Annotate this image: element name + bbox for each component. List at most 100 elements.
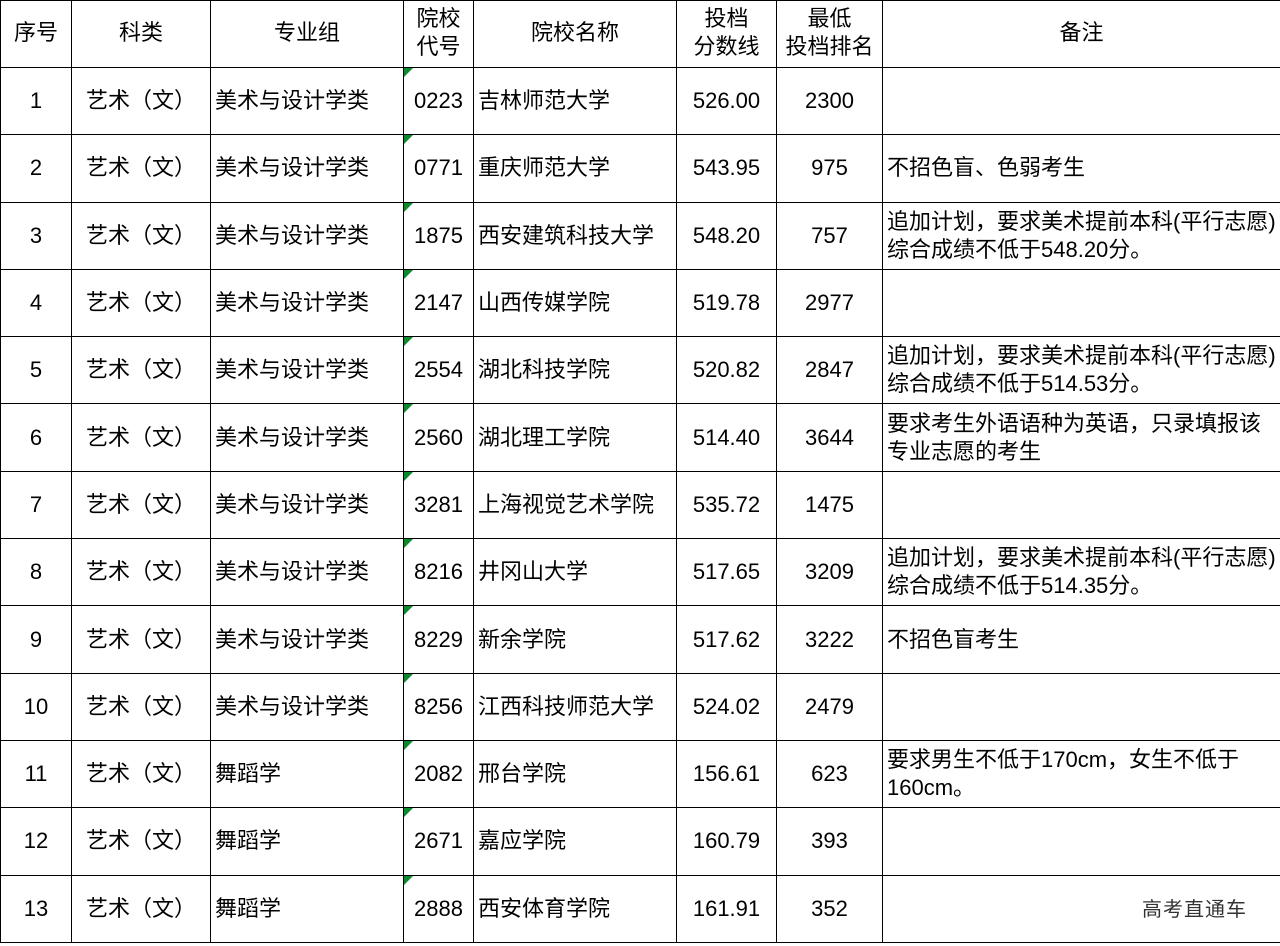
cell-seq-text: 3 [29,222,43,248]
cell-group: 美术与设计学类 [210,672,404,741]
cell-score: 517.65 [676,538,777,607]
cell-seq: 4 [0,268,72,338]
cell-marker-icon [404,808,413,818]
cell-category: 艺术（文） [71,201,211,270]
cell-category-text: 艺术（文） [85,761,196,787]
cell-school-name: 山西传媒学院 [473,268,677,338]
cell-school-name: 西安体育学院 [473,874,677,943]
cell-seq-text: 2 [29,155,43,181]
cell-note: 追加计划，要求美术提前本科(平行志愿)综合成绩不低于514.53分。 [882,336,1280,405]
header-row: 序号 科类 专业组 院校 代号 院校名称 投档 分数线 最低 投档排名 备注 [0,0,1280,68]
cell-group: 舞蹈学 [210,739,404,809]
cell-marker-icon [404,741,413,750]
cell-school-code-text: 2554 [414,357,463,383]
cell-school-code-text: 3281 [414,491,463,517]
cell-school-name-text: 嘉应学院 [478,828,567,854]
cell-school-name-text: 邢台学院 [478,761,567,787]
cell-school-name-text: 湖北理工学院 [478,424,611,450]
cell-school-code-text: 0771 [414,155,463,181]
cell-score: 543.95 [676,134,777,203]
cell-school-name: 邢台学院 [473,739,677,809]
cell-school-code: 8256 [403,672,474,741]
cell-score: 524.02 [676,672,777,741]
cell-school-name-text: 新余学院 [478,626,567,652]
cell-score: 526.00 [676,66,777,136]
cell-school-code: 2082 [403,739,474,809]
cell-category: 艺术（文） [71,807,211,876]
cell-school-code: 8216 [403,538,474,607]
cell-score: 548.20 [676,201,777,270]
cell-school-name-text: 井冈山大学 [478,559,589,585]
cell-group-text: 美术与设计学类 [215,290,370,316]
header-school-code: 院校 代号 [403,0,474,68]
table-row: 6 艺术（文） 美术与设计学类 2560 湖北理工学院 514.40 3644 要求考生外语语… [0,403,1280,472]
cell-seq: 6 [0,403,72,472]
cell-seq-text: 4 [29,290,43,316]
cell-marker-icon [404,404,413,414]
cell-rank: 393 [776,807,883,876]
cell-group-text: 美术与设计学类 [215,88,370,114]
cell-group: 舞蹈学 [210,874,404,943]
cell-note-text: 要求男生不低于170cm，女生不低于160cm。 [887,747,1240,801]
cell-school-name-text: 西安建筑科技大学 [478,222,655,248]
cell-note-text: 不招色盲、色弱考生 [887,155,1086,181]
admission-score-table: 序号 科类 专业组 院校 代号 院校名称 投档 分数线 最低 投档排名 备注 1… [0,0,1280,943]
cell-score: 161.91 [676,874,777,943]
cell-group-text: 美术与设计学类 [215,626,370,652]
cell-group: 舞蹈学 [210,807,404,876]
cell-group: 美术与设计学类 [210,403,404,472]
cell-rank-text: 757 [811,222,848,248]
cell-category-text: 艺术（文） [85,895,196,921]
cell-seq-text: 5 [29,357,43,383]
cell-group: 美术与设计学类 [210,66,404,136]
cell-group-text: 舞蹈学 [215,895,282,921]
cell-score-text: 519.78 [692,290,761,316]
table-row: 13 艺术（文） 舞蹈学 2888 西安体育学院 161.91 352 [0,874,1280,943]
cell-score-text: 548.20 [692,222,761,248]
cell-seq-text: 7 [29,491,43,517]
cell-school-name-text: 上海视觉艺术学院 [478,491,655,517]
cell-seq: 9 [0,605,72,674]
cell-school-code-text: 8229 [414,626,463,652]
cell-score-text: 517.62 [692,626,761,652]
cell-school-code-text: 8216 [414,559,463,585]
cell-note: 追加计划，要求美术提前本科(平行志愿)综合成绩不低于514.35分。 [882,538,1280,607]
cell-seq: 1 [0,66,72,136]
table-row: 1 艺术（文） 美术与设计学类 0223 吉林师范大学 526.00 2300 [0,66,1280,136]
cell-category: 艺术（文） [71,874,211,943]
cell-rank: 1475 [776,470,883,540]
cell-rank: 2977 [776,268,883,338]
cell-group: 美术与设计学类 [210,134,404,203]
cell-note [882,268,1280,338]
cell-school-code: 2147 [403,268,474,338]
cell-category: 艺术（文） [71,672,211,741]
table-row: 7 艺术（文） 美术与设计学类 3281 上海视觉艺术学院 535.72 1475 [0,470,1280,540]
table-row: 11 艺术（文） 舞蹈学 2082 邢台学院 156.61 623 要求男生不低于170cm，… [0,739,1280,809]
header-score-line2: 分数线 [693,35,760,60]
cell-marker-icon [404,876,413,885]
table-row: 8 艺术（文） 美术与设计学类 8216 井冈山大学 517.65 3209 追加计划，要求美… [0,538,1280,607]
cell-category: 艺术（文） [71,336,211,405]
cell-note: 不招色盲、色弱考生 [882,134,1280,203]
cell-school-name: 江西科技师范大学 [473,672,677,741]
cell-category: 艺术（文） [71,268,211,338]
table-row: 3 艺术（文） 美术与设计学类 1875 西安建筑科技大学 548.20 757 追加计划，要… [0,201,1280,270]
cell-category-text: 艺术（文） [85,424,196,450]
cell-school-name: 重庆师范大学 [473,134,677,203]
cell-school-code-text: 2082 [414,761,463,787]
cell-rank: 352 [776,874,883,943]
header-rank: 最低 投档排名 [776,0,883,68]
header-school-name: 院校名称 [473,0,677,68]
cell-score-text: 543.95 [692,155,761,181]
cell-school-code-text: 2888 [414,895,463,921]
cell-category: 艺术（文） [71,403,211,472]
cell-school-name: 新余学院 [473,605,677,674]
cell-marker-icon [404,68,413,77]
table-row: 5 艺术（文） 美术与设计学类 2554 湖北科技学院 520.82 2847 追加计划，要求… [0,336,1280,405]
cell-rank: 975 [776,134,883,203]
cell-school-code: 1875 [403,201,474,270]
cell-score: 517.62 [676,605,777,674]
cell-note: 追加计划，要求美术提前本科(平行志愿)综合成绩不低于548.20分。 [882,201,1280,270]
cell-seq: 5 [0,336,72,405]
cell-seq-text: 1 [29,88,43,114]
